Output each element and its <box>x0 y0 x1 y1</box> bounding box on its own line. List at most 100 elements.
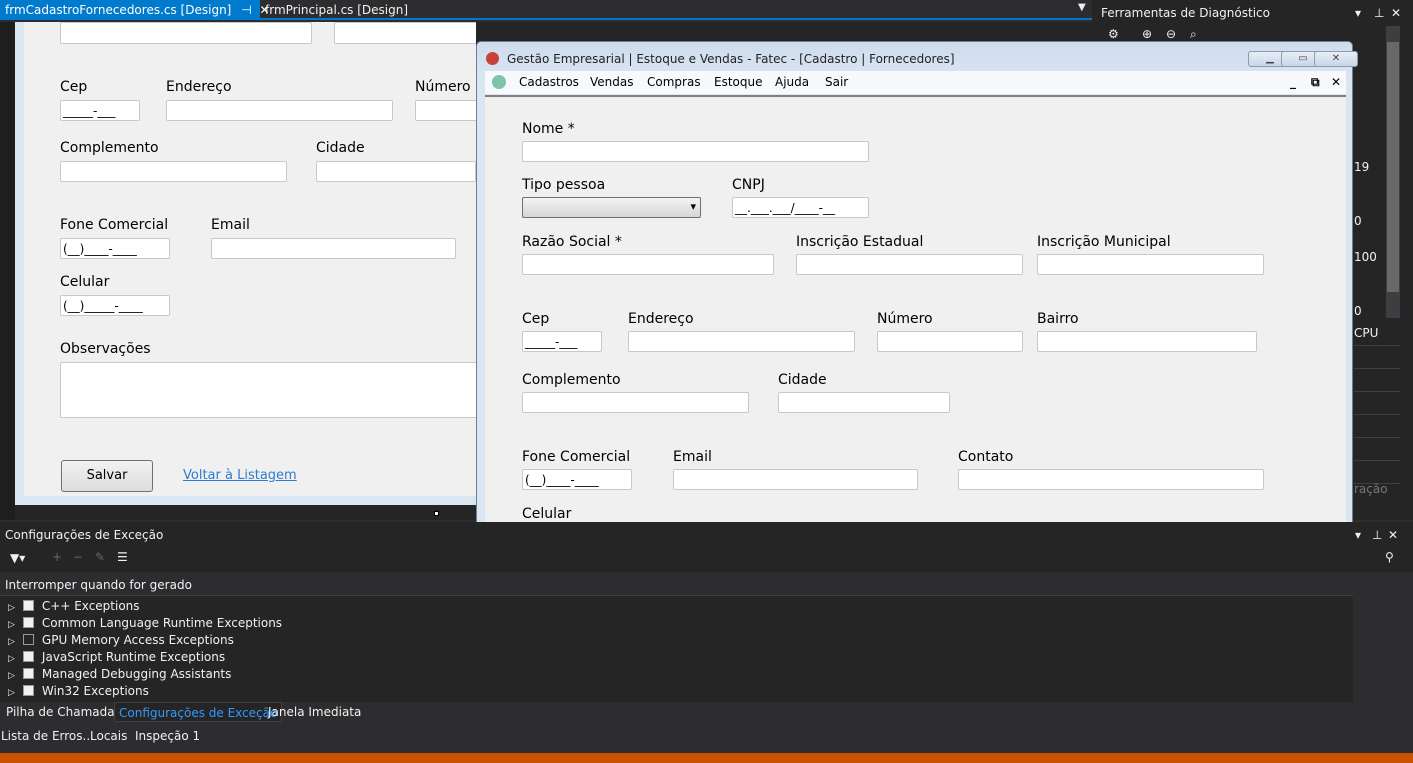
exception-row[interactable]: ▷ Managed Debugging Assistants <box>8 666 231 683</box>
pin-icon[interactable]: ⊣ <box>241 3 251 17</box>
close-icon[interactable]: ✕ <box>1388 528 1398 542</box>
field-input[interactable] <box>673 469 918 490</box>
tab-error-list[interactable]: Lista de Erros... <box>0 726 98 746</box>
status-bar <box>0 753 1413 763</box>
exception-checkbox[interactable] <box>22 634 34 645</box>
exception-checkbox[interactable] <box>22 668 34 679</box>
menu-compras[interactable]: Compras <box>647 75 701 89</box>
restore-defaults-icon[interactable]: ☰ <box>117 550 128 564</box>
tab-exception-settings[interactable]: Configurações de Exceção <box>114 702 283 722</box>
field-input[interactable] <box>522 254 774 275</box>
tab-locals[interactable]: Locais <box>86 726 131 746</box>
field-input[interactable] <box>60 161 287 182</box>
field-input[interactable] <box>211 238 456 259</box>
dropdown-icon[interactable]: ▾ <box>1355 528 1361 542</box>
bottom-tab-bar-1: Pilha de Chamadas Configurações de Exceç… <box>0 702 1413 724</box>
tab-watch-1[interactable]: Inspeção 1 <box>131 726 204 746</box>
dropdown-icon[interactable]: ▾ <box>1355 6 1361 20</box>
document-tab-bar: frmCadastroFornecedores.cs [Design] ⊣ ✕ … <box>0 0 1092 20</box>
menu-ajuda[interactable]: Ajuda <box>775 75 809 89</box>
child-close-icon[interactable]: ✕ <box>1331 75 1341 89</box>
field-input[interactable] <box>60 362 476 418</box>
field-input[interactable] <box>1037 331 1257 352</box>
field-label: Observações <box>60 341 151 357</box>
exception-checkbox[interactable] <box>22 600 34 611</box>
field-label: Cidade <box>778 372 827 388</box>
field-input[interactable] <box>1037 254 1264 275</box>
field-input[interactable] <box>60 22 312 44</box>
field-input[interactable] <box>796 254 1023 275</box>
menu-sair[interactable]: Sair <box>825 75 848 89</box>
field-input[interactable] <box>316 161 476 182</box>
field-input[interactable] <box>166 100 393 121</box>
tab-label: frmPrincipal.cs [Design] <box>265 3 409 17</box>
expand-icon[interactable]: ▷ <box>8 620 15 630</box>
exception-label: Win32 Exceptions <box>41 684 149 698</box>
settings-icon[interactable]: ⚙ <box>1108 27 1119 41</box>
edit-icon[interactable]: ✎ <box>95 550 105 564</box>
field-label: Fone Comercial <box>60 217 169 233</box>
menu-cadastros[interactable]: Cadastros <box>519 75 579 89</box>
menu-estoque[interactable]: Estoque <box>714 75 763 89</box>
pin-icon[interactable]: ⊥ <box>1374 6 1384 20</box>
field-input[interactable] <box>334 22 476 44</box>
field-input[interactable] <box>522 392 749 413</box>
expand-icon[interactable]: ▷ <box>8 671 15 681</box>
back-to-list-link[interactable]: Voltar à Listagem <box>183 468 297 483</box>
field-input[interactable] <box>958 469 1264 490</box>
pin-icon[interactable]: ⊥ <box>1372 528 1382 542</box>
field-label: Celular <box>60 274 110 290</box>
reset-zoom-icon[interactable]: ⌕ <box>1190 27 1197 42</box>
bottom-tab-bar-2: Lista de Erros... Locais Inspeção 1 <box>0 726 1413 753</box>
field-input[interactable]: _____-___ <box>522 331 602 352</box>
exception-row[interactable]: ▷ GPU Memory Access Exceptions <box>8 632 234 649</box>
field-input[interactable]: __.___.___/____-__ <box>732 197 869 218</box>
remove-icon[interactable]: − <box>73 550 83 564</box>
exception-row[interactable]: ▷ C++ Exceptions <box>8 598 140 615</box>
expand-icon[interactable]: ▷ <box>8 603 15 613</box>
child-minimize-icon[interactable]: _ <box>1290 75 1296 89</box>
resize-handle[interactable] <box>434 511 439 516</box>
exception-row[interactable]: ▷ JavaScript Runtime Exceptions <box>8 649 225 666</box>
search-icon[interactable]: ⚲ <box>1385 550 1394 564</box>
menu-vendas[interactable]: Vendas <box>590 75 634 89</box>
field-input[interactable]: (__)_____-____ <box>60 295 170 316</box>
scrollbar[interactable] <box>1386 26 1400 318</box>
exception-row[interactable]: ▷ Win32 Exceptions <box>8 683 149 700</box>
tab-frm-principal[interactable]: frmPrincipal.cs [Design] <box>260 0 408 20</box>
field-input[interactable]: (__)____-____ <box>522 469 632 490</box>
tab-call-stack[interactable]: Pilha de Chamadas <box>2 702 125 722</box>
expand-icon[interactable]: ▷ <box>8 637 15 647</box>
column-header-row: Interromper quando for gerado <box>0 572 1353 596</box>
field-input[interactable] <box>778 392 950 413</box>
field-input[interactable] <box>415 100 476 121</box>
tab-dropdown-icon[interactable]: ▼ <box>1078 2 1086 13</box>
field-label: Fone Comercial <box>522 449 631 465</box>
field-input[interactable] <box>522 141 869 162</box>
field-label: Email <box>211 217 250 233</box>
field-input[interactable]: _____-___ <box>60 100 140 121</box>
zoom-out-icon[interactable]: ⊖ <box>1166 27 1176 41</box>
add-icon[interactable]: + <box>52 550 62 564</box>
chevron-down-icon: ▾ <box>690 200 696 213</box>
expand-icon[interactable]: ▷ <box>8 654 15 664</box>
zoom-in-icon[interactable]: ⊕ <box>1142 27 1152 41</box>
field-input[interactable] <box>877 331 1023 352</box>
exception-checkbox[interactable] <box>22 685 34 696</box>
save-button[interactable]: Salvar <box>61 460 153 492</box>
field-input[interactable]: (__)____-____ <box>60 238 170 259</box>
cpu-label: CPU <box>1354 326 1379 340</box>
close-button[interactable]: ✕ <box>1314 51 1358 67</box>
child-restore-icon[interactable]: ⧉ <box>1311 75 1320 90</box>
exception-row[interactable]: ▷ Common Language Runtime Exceptions <box>8 615 282 632</box>
tipo-pessoa-combo[interactable]: ▾ <box>522 197 701 218</box>
field-label: Email <box>673 449 712 465</box>
filter-icon[interactable]: ▼▾ <box>10 551 25 565</box>
close-icon[interactable]: ✕ <box>1391 6 1401 20</box>
tab-frm-cadastro-fornecedores[interactable]: frmCadastroFornecedores.cs [Design] ⊣ ✕ <box>0 0 270 20</box>
exception-checkbox[interactable] <box>22 651 34 662</box>
exception-checkbox[interactable] <box>22 617 34 628</box>
expand-icon[interactable]: ▷ <box>8 688 15 698</box>
tab-immediate-window[interactable]: Janela Imediata <box>264 702 365 722</box>
field-input[interactable] <box>628 331 855 352</box>
